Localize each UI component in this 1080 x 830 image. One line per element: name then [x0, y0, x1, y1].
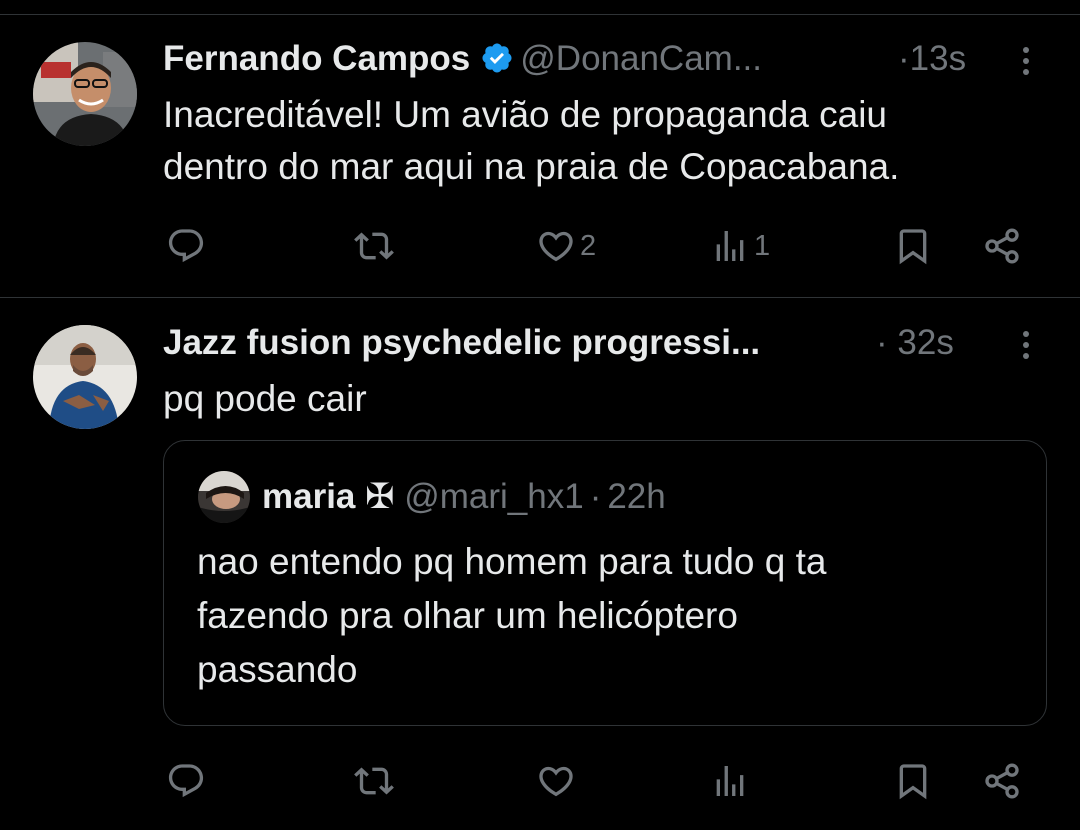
- tweet-header: Jazz fusion psychedelic progressi...: [163, 321, 760, 365]
- like-button[interactable]: 2: [536, 224, 596, 268]
- tweet-text: Inacreditável! Um avião de propaganda ca…: [163, 89, 1043, 193]
- reply-button[interactable]: [166, 759, 210, 803]
- retweet-icon: [354, 232, 394, 260]
- avatar-maria: [198, 471, 250, 523]
- tweet-time[interactable]: 13s: [910, 39, 966, 78]
- separator-dot: ·: [589, 477, 602, 516]
- quoted-text-line: fazendo pra olhar um helicóptero: [197, 595, 738, 636]
- bookmark-icon: [899, 764, 927, 800]
- separator-dot: ·: [876, 323, 888, 362]
- bookmark-button[interactable]: [893, 759, 933, 803]
- tweet-time[interactable]: 32s: [897, 323, 953, 362]
- avatar-fernando-campos[interactable]: [33, 42, 137, 146]
- like-icon: [539, 766, 573, 797]
- separator-dot: ·: [898, 39, 910, 78]
- tweet-text-line: dentro do mar aqui na praia de Copacaban…: [163, 146, 900, 187]
- views-button[interactable]: [710, 759, 754, 803]
- share-icon: [985, 763, 1019, 799]
- tweet-time-group: ·13s: [898, 37, 966, 81]
- like-icon: [539, 231, 573, 262]
- retweet-button[interactable]: [354, 759, 398, 803]
- views-button[interactable]: 1: [710, 224, 770, 268]
- views-icon: [716, 766, 744, 796]
- views-icon: [716, 231, 744, 261]
- author-name[interactable]: Jazz fusion psychedelic progressi...: [163, 323, 760, 362]
- like-count: 2: [580, 229, 597, 262]
- reply-icon: [168, 764, 204, 798]
- quoted-text-line: passando: [197, 649, 358, 690]
- reply-icon: [168, 229, 204, 263]
- tweet-header: Fernando Campos @DonanCam...: [163, 37, 762, 86]
- tweet-text: pq pode cair: [163, 378, 367, 419]
- views-count: 1: [754, 229, 771, 262]
- author-handle[interactable]: @DonanCam...: [520, 39, 762, 78]
- retweet-icon: [354, 767, 394, 795]
- quoted-text-line: nao entendo pq homem para tudo q ta: [197, 541, 827, 582]
- bookmark-icon: [899, 229, 927, 265]
- avatar-jazz-fusion[interactable]: [33, 325, 137, 429]
- more-icon[interactable]: [1014, 326, 1038, 366]
- quoted-tweet-header: maria ✠ @mari_hx1 · 22h: [262, 475, 666, 519]
- quoted-author-handle: @mari_hx1: [404, 477, 584, 516]
- share-button[interactable]: [982, 224, 1022, 268]
- tweet-actions: 2 1: [0, 224, 1080, 268]
- tweet-time-group: · 32s: [876, 321, 954, 365]
- tweet-actions: [0, 759, 1080, 803]
- share-icon: [985, 228, 1019, 264]
- share-button[interactable]: [982, 759, 1022, 803]
- top-divider: [0, 14, 1080, 15]
- reply-button[interactable]: [166, 224, 210, 268]
- quoted-author-name: maria: [262, 477, 356, 516]
- quoted-tweet-time: 22h: [607, 477, 666, 516]
- more-icon[interactable]: [1014, 42, 1038, 82]
- bookmark-button[interactable]: [893, 224, 933, 268]
- quoted-tweet-text: nao entendo pq homem para tudo q ta faze…: [197, 535, 1017, 697]
- like-button[interactable]: [536, 759, 580, 803]
- tweet-text-line: Inacreditável! Um avião de propaganda ca…: [163, 94, 888, 135]
- tweet-divider: [0, 297, 1080, 298]
- author-name[interactable]: Fernando Campos: [163, 39, 470, 78]
- name-cross-symbol: ✠: [365, 477, 395, 516]
- verified-badge-icon: [480, 41, 514, 86]
- quoted-tweet[interactable]: maria ✠ @mari_hx1 · 22h nao entendo pq hom…: [163, 440, 1047, 726]
- retweet-button[interactable]: [354, 224, 398, 268]
